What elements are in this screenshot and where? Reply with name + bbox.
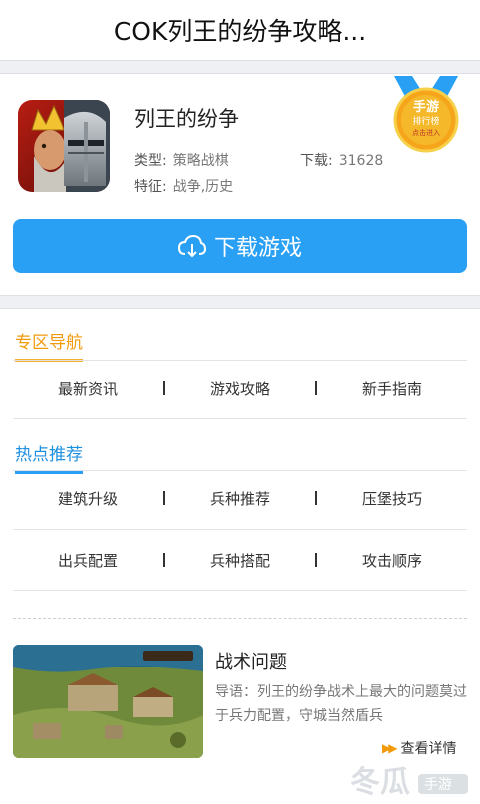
game-type-label: 类型: <box>134 153 167 169</box>
svg-text:手游: 手游 <box>424 777 452 793</box>
double-arrow-icon: ▶▶ <box>382 741 398 755</box>
game-downloads-value: 31628 <box>338 153 384 169</box>
row-divider <box>13 590 467 591</box>
game-type: 类型: 策略战棋 <box>134 150 229 170</box>
row-divider <box>13 418 467 419</box>
game-type-value: 策略战棋 <box>172 153 229 169</box>
game-name: 列王的纷争 <box>134 107 239 131</box>
view-details-label: 查看详情 <box>400 741 457 757</box>
game-feature-value: 战争,历史 <box>172 179 234 195</box>
nav-game-guide[interactable]: 游戏攻略 <box>165 378 315 399</box>
badge-line2: 排行榜 <box>412 117 440 127</box>
page-title: COK列王的纷争攻略... <box>113 17 367 46</box>
dotted-divider <box>13 618 467 619</box>
zone-nav-underline <box>13 360 467 361</box>
mid-divider-band <box>0 295 480 309</box>
hot-row-1: 建筑升级 兵种推荐 压堡技巧 <box>13 478 467 518</box>
article-summary: 导语：列王的纷争战术上最大的问题莫过于兵力配置，守城当然盾兵 <box>215 684 467 724</box>
hot-underline <box>13 470 467 471</box>
zone-nav-title: 专区导航 <box>15 328 83 362</box>
article-thumbnail[interactable] <box>13 645 203 758</box>
cloud-download-icon <box>177 234 206 258</box>
download-game-button[interactable]: 下载游戏 <box>13 219 467 273</box>
hot-unit-recommend[interactable]: 兵种推荐 <box>165 488 315 509</box>
badge-line3: 点击进入 <box>412 129 440 137</box>
view-details-link[interactable]: ▶▶ 查看详情 <box>382 738 456 758</box>
game-feature-label: 特征: <box>134 179 167 195</box>
game-king-icon[interactable] <box>18 100 110 192</box>
hot-row-2: 出兵配置 兵种搭配 攻击顺序 <box>13 540 467 580</box>
row-divider <box>13 529 467 530</box>
badge-line1: 手游 <box>412 100 439 115</box>
game-downloads: 下载: 31628 <box>300 150 383 170</box>
hot-attack-order[interactable]: 攻击顺序 <box>317 550 467 571</box>
watermark-logo: 冬瓜 手游 <box>342 760 480 800</box>
nav-beginner-guide[interactable]: 新手指南 <box>317 378 467 399</box>
svg-text:冬瓜: 冬瓜 <box>350 765 410 800</box>
game-downloads-label: 下载: <box>300 153 333 169</box>
hot-fortress-tips[interactable]: 压堡技巧 <box>317 488 467 509</box>
download-game-label: 下载游戏 <box>213 236 302 261</box>
page-title-bar: COK列王的纷争攻略... <box>0 0 480 60</box>
zone-nav-row: 最新资讯 游戏攻略 新手指南 <box>13 368 467 408</box>
hot-troop-config[interactable]: 出兵配置 <box>13 550 163 571</box>
hot-building-upgrade[interactable]: 建筑升级 <box>13 488 163 509</box>
hot-unit-combo[interactable]: 兵种搭配 <box>165 550 315 571</box>
nav-latest-news[interactable]: 最新资讯 <box>13 378 163 399</box>
game-feature: 特征: 战争,历史 <box>134 176 233 196</box>
article-title[interactable]: 战术问题 <box>215 648 287 674</box>
hot-title: 热点推荐 <box>15 440 83 474</box>
ranking-medal-badge[interactable]: 手游 排行榜 点击进入 <box>388 76 464 154</box>
top-divider-band <box>0 60 480 74</box>
